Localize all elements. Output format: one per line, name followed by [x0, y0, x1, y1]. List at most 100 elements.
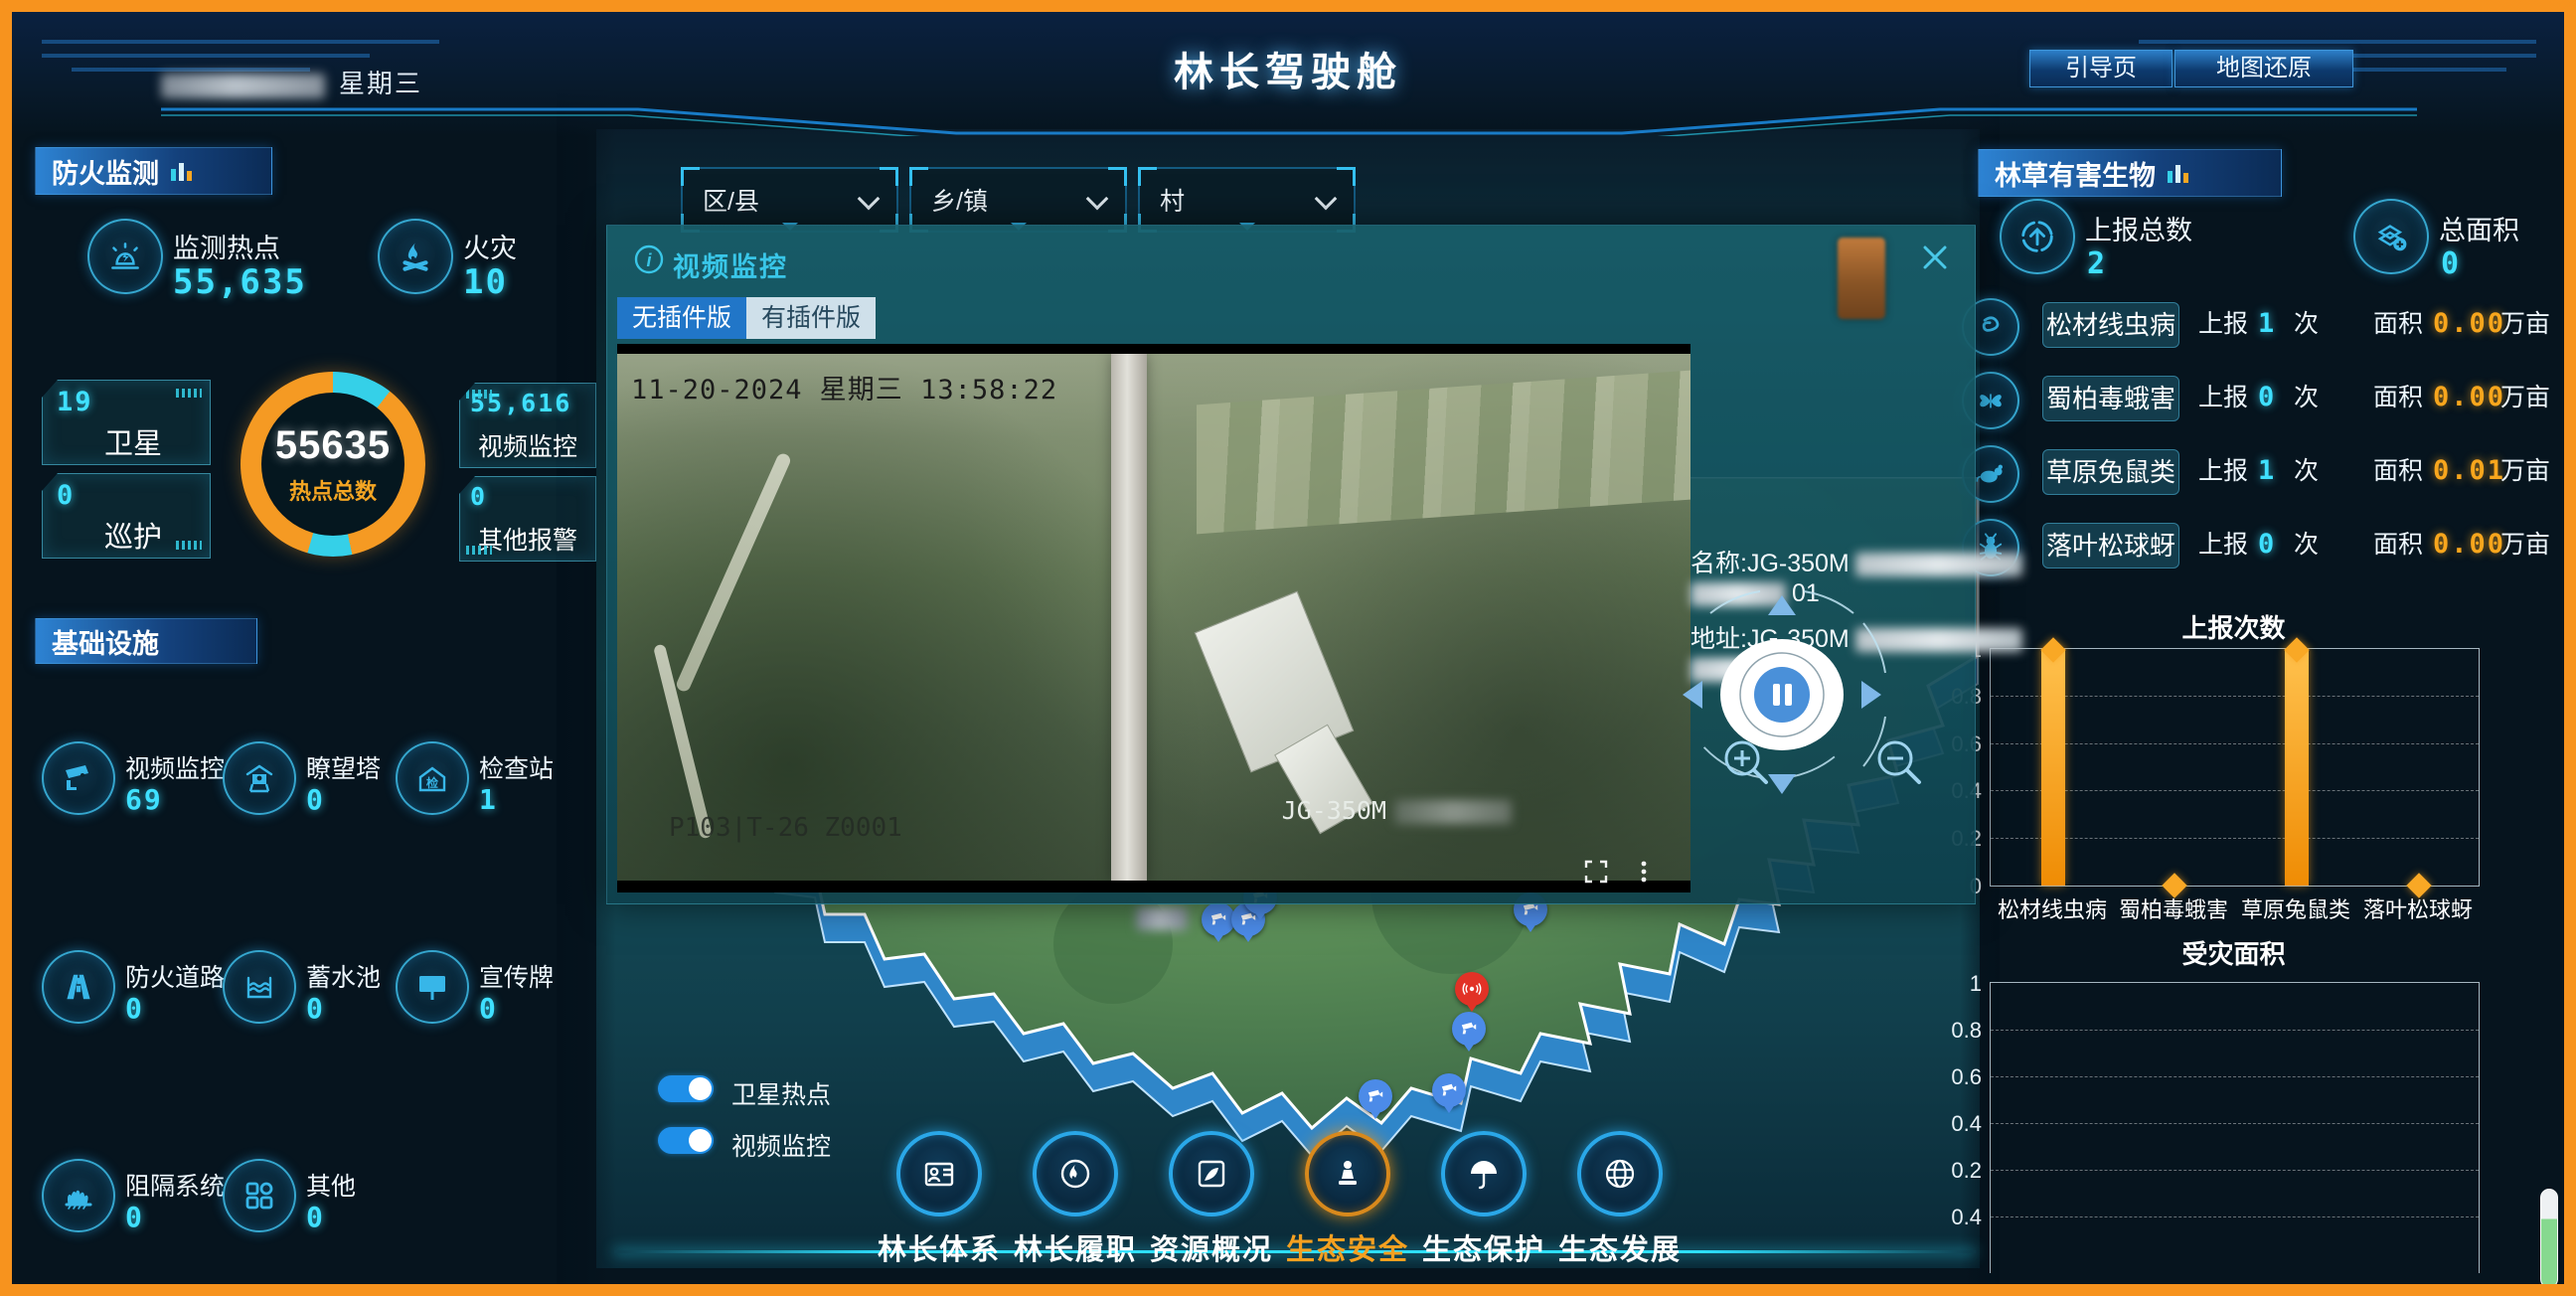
bar-grassland-rodent[interactable]: [2285, 649, 2309, 886]
video-monitor-toggle[interactable]: [658, 1127, 714, 1154]
infra-label: 阻隔系统: [125, 1167, 225, 1203]
fire-label: 火灾: [463, 227, 517, 265]
pest-name[interactable]: 草原兔鼠类: [2042, 449, 2179, 495]
infra-value: 0: [125, 992, 144, 1025]
pest-count: 0: [2258, 376, 2276, 419]
unit-word: 万亩: [2500, 523, 2550, 567]
xtick: 落叶松球蚜: [2356, 892, 2480, 924]
nav-eco-development[interactable]: 生态发展: [1550, 1131, 1690, 1268]
siren-icon: [87, 219, 163, 294]
campfire-icon: [378, 219, 453, 294]
close-icon[interactable]: [1917, 240, 1953, 275]
infrastructure-title[interactable]: 基础设施: [35, 618, 257, 664]
bar-larch-adelgid[interactable]: [2407, 649, 2431, 886]
bar-cypress-moth[interactable]: [2163, 649, 2186, 886]
infra-value: 0: [479, 992, 498, 1025]
total-area-label: 总面积: [2439, 209, 2519, 247]
device-thumbnail: [1838, 238, 1885, 319]
ytick: 0.6: [1924, 1064, 1982, 1090]
bar-chart-icon: [169, 159, 195, 183]
ytick: 0.4: [1924, 1111, 1982, 1137]
patrol-card[interactable]: 0 巡护: [42, 473, 211, 559]
satellite-value: 19: [57, 387, 93, 417]
pest-area: 0.00: [2433, 376, 2505, 419]
nav-resources[interactable]: 资源概况: [1142, 1131, 1281, 1268]
pest-name[interactable]: 蜀柏毒蛾害: [2042, 376, 2179, 421]
header: 星期三 林长驾驶舱 引导页 地图还原: [12, 12, 2564, 136]
ptz-control-pad[interactable]: [1673, 585, 1891, 804]
infra-value: 0: [306, 1201, 325, 1233]
tab-plugin[interactable]: 有插件版: [746, 297, 876, 339]
alarm-pin[interactable]: [1455, 972, 1489, 1006]
satellite-hotspot-toggle[interactable]: [658, 1075, 714, 1102]
pest-panel-title-label: 林草有害生物: [1995, 154, 2156, 193]
nav-eco-safety[interactable]: 生态安全: [1278, 1131, 1417, 1268]
area-word: 面积: [2373, 523, 2423, 567]
zoom-out-icon[interactable]: [1871, 734, 1927, 790]
report-word: 上报: [2198, 523, 2248, 567]
camera-label-blur: [1394, 800, 1512, 824]
village-select[interactable]: 村: [1138, 167, 1356, 233]
pest-name[interactable]: 松材线虫病: [2042, 302, 2179, 348]
patrol-label: 巡护: [104, 514, 162, 556]
other-alarm-card[interactable]: 0 其他报警: [459, 476, 596, 562]
chevron-down-icon: [858, 188, 881, 211]
damage-area-chart: [1990, 982, 2480, 1273]
map-reset-button[interactable]: 地图还原: [2174, 50, 2353, 87]
guide-page-button[interactable]: 引导页: [2029, 50, 2173, 87]
satellite-label: 卫星: [104, 420, 162, 462]
fire-monitor-title[interactable]: 防火监测: [35, 147, 272, 195]
nav-forest-duty[interactable]: 林长履职: [1006, 1131, 1145, 1268]
pest-row: 草原兔鼠类 上报 1 次 面积 0.01 万亩: [1948, 449, 2576, 499]
report-word: 上报: [2198, 449, 2248, 493]
pest-area: 0.00: [2433, 523, 2505, 567]
video-alarm-card[interactable]: 55,616 视频监控: [459, 383, 596, 468]
video-camera-label: JG-350M: [1282, 796, 1512, 825]
grid-icon: [223, 1159, 296, 1232]
video-player[interactable]: 11-20-2024 星期三 13:58:22 P103|T-26 Z0001 …: [617, 344, 1690, 892]
area-word: 面积: [2373, 449, 2423, 493]
video-monitor-toggle-label: 视频监控: [731, 1127, 831, 1163]
fullscreen-icon[interactable]: [1583, 859, 1609, 885]
scrollbar[interactable]: [2540, 1189, 2558, 1288]
report-total-label: 上报总数: [2085, 209, 2192, 247]
chevron-down-icon: [1086, 188, 1109, 211]
svg-text:i: i: [646, 250, 652, 270]
pest-panel-title[interactable]: 林草有害生物: [1978, 149, 2282, 197]
fire-value: 10: [463, 262, 508, 302]
info-icon: i: [633, 243, 665, 275]
satellite-card[interactable]: 19 卫星: [42, 380, 211, 465]
infra-label: 视频监控: [125, 749, 225, 785]
camera-pin[interactable]: [1359, 1079, 1392, 1113]
pest-name[interactable]: 落叶松球蚜: [2042, 523, 2179, 568]
xtick: 松材线虫病: [1991, 892, 2114, 924]
fire-monitor-panel: 防火监测 监测热点 55,635 火灾 10 19 卫星: [0, 0, 606, 1296]
times-word: 次: [2294, 523, 2319, 567]
zoom-in-icon[interactable]: [1718, 734, 1774, 790]
patrol-value: 0: [57, 480, 75, 511]
unit-word: 万亩: [2500, 376, 2550, 419]
tab-no-plugin[interactable]: 无插件版: [617, 297, 746, 339]
hotspot-label: 监测热点: [173, 227, 280, 265]
farm-fields: [1197, 371, 1690, 535]
other-alarm-label: 其他报警: [478, 521, 577, 557]
report-total-icon: [2000, 199, 2075, 274]
district-select[interactable]: 区/县: [681, 167, 898, 233]
nav-eco-protection[interactable]: 生态保护: [1414, 1131, 1553, 1268]
camera-pin[interactable]: [1432, 1073, 1466, 1107]
pest-count: 1: [2258, 449, 2276, 493]
map-label-blur: [1136, 906, 1188, 930]
town-select-value: 乡/镇: [931, 182, 988, 218]
watchtower-icon: [223, 741, 296, 815]
pest-row: 蜀柏毒蛾害 上报 0 次 面积 0.00 万亩: [1948, 376, 2576, 425]
infra-value: 1: [479, 783, 498, 816]
infra-label: 瞭望塔: [306, 749, 381, 785]
nav-forest-system[interactable]: 林长体系: [870, 1131, 1009, 1268]
more-options-icon[interactable]: [1631, 859, 1657, 885]
town-select[interactable]: 乡/镇: [909, 167, 1127, 233]
bar-pine-nematode[interactable]: [2041, 649, 2065, 886]
dirt-road: [675, 451, 793, 693]
billboard-icon: [396, 950, 469, 1024]
camera-pin[interactable]: [1202, 902, 1235, 936]
ytick: 1: [1924, 971, 1982, 997]
